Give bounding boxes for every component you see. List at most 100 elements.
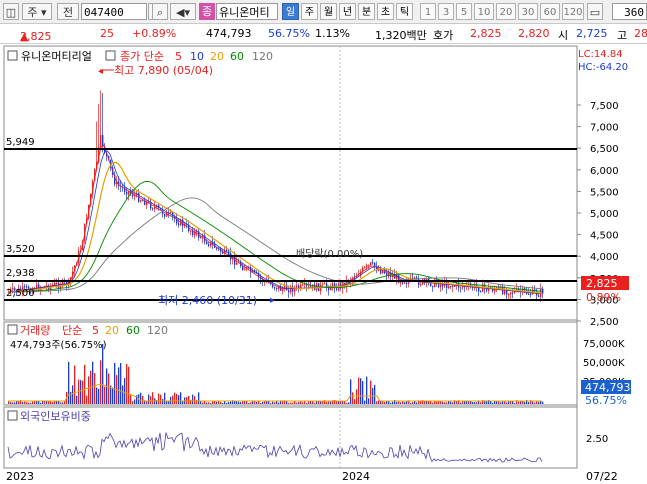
volume-bar	[50, 401, 52, 404]
quote-bar: 2,825 ▲ 25 +0.89% 474,793 56.75% 1.13% 1…	[0, 24, 647, 44]
interval-3[interactable]: 3	[438, 3, 454, 20]
period-second[interactable]: 초	[377, 3, 394, 20]
volume-bar	[330, 401, 332, 404]
volume-bar	[368, 398, 370, 404]
search-icon[interactable]: ⌕	[152, 3, 168, 20]
volume-ratio: 56.75%	[268, 27, 310, 40]
hline-label-3520: 3,520	[6, 244, 35, 255]
volume-bar	[424, 401, 426, 404]
high-label: 고	[617, 29, 628, 42]
volume-bar	[392, 401, 394, 404]
x-label-2023: 2023	[6, 470, 34, 483]
volume-bar	[366, 376, 368, 404]
volume-bar	[358, 377, 360, 404]
volume-bar	[496, 401, 498, 404]
volume-value: 474,793	[206, 27, 252, 40]
volume-bar	[128, 366, 130, 404]
volume-bar	[148, 394, 150, 404]
volume-bar	[174, 392, 176, 404]
volume-bar	[480, 402, 482, 404]
period-tick[interactable]: 틱	[396, 3, 413, 20]
interval-5[interactable]: 5	[456, 3, 472, 20]
hline-label-2500: 2,500	[6, 288, 35, 299]
volume-bar	[292, 402, 294, 404]
volume-bar	[84, 364, 86, 404]
volume-bar	[370, 380, 372, 404]
hc-label: HC:-64.20	[578, 62, 628, 73]
candle-body	[402, 282, 404, 284]
period-minute[interactable]: 분	[358, 3, 375, 20]
volume-bar	[202, 402, 204, 404]
period-day[interactable]: 일	[282, 3, 299, 20]
interval-120[interactable]: 120	[562, 3, 584, 20]
candle-body	[296, 285, 298, 288]
volume-bar	[378, 400, 380, 404]
candle-body	[386, 273, 388, 276]
volume-bar	[348, 402, 350, 404]
volume-bar	[178, 395, 180, 404]
candle-body	[308, 285, 310, 287]
period-month[interactable]: 월	[320, 3, 337, 20]
volume-bar	[404, 402, 406, 404]
volume-bar	[384, 401, 386, 404]
candle-count-input[interactable]: 360	[612, 3, 647, 20]
volume-bar	[142, 396, 144, 404]
vol-ma-legend-60: 60	[126, 324, 140, 337]
volume-bar	[476, 402, 478, 404]
volume-bar	[288, 402, 290, 404]
interval-60[interactable]: 60	[540, 3, 560, 20]
candle-body	[528, 293, 530, 295]
period-week[interactable]: 주	[301, 3, 318, 20]
volume-bar	[52, 402, 54, 404]
volume-value-label: 474,793주(56.75%)	[10, 340, 107, 351]
volume-bar	[56, 401, 58, 404]
volume-bar	[34, 401, 36, 404]
volume-bar	[64, 401, 66, 404]
volume-bar	[130, 394, 132, 404]
candle-body	[170, 212, 172, 214]
chart-type-icon[interactable]: ▭	[587, 3, 603, 20]
volume-bar	[170, 396, 172, 404]
volume-bar	[456, 401, 458, 404]
last-pct-tag: 0.89%	[586, 291, 621, 304]
candle-body	[236, 262, 238, 265]
candle-body	[368, 265, 370, 267]
up-arrow-icon: ▲	[20, 30, 29, 43]
interval-30[interactable]: 30	[518, 3, 538, 20]
volume-bar	[62, 402, 64, 404]
candle-body	[504, 290, 506, 294]
volume-pct-tag: 56.75%	[585, 394, 627, 407]
volume-bar	[524, 401, 526, 404]
interval-1[interactable]: 1	[420, 3, 436, 20]
volume-bar	[364, 400, 366, 404]
volume-bar	[108, 373, 110, 404]
chart-menu-icon[interactable]: ◫	[3, 3, 19, 20]
market-selector[interactable]: 주 ▾	[22, 3, 52, 20]
speaker-icon[interactable]: ◀▾	[170, 3, 196, 20]
volume-bar	[402, 401, 404, 404]
open-price: 2,725	[576, 27, 608, 40]
volume-bar	[260, 402, 262, 404]
volume-bar	[172, 395, 174, 404]
volume-bar	[214, 401, 216, 404]
candle-body	[324, 283, 326, 285]
max-label: 최고 7,890 (05/04)	[114, 64, 213, 77]
type-selector[interactable]: 전	[57, 3, 79, 20]
volume-bar	[24, 401, 26, 404]
stock-name-field[interactable]: 유니온머티	[216, 3, 278, 20]
volume-panel[interactable]	[3, 321, 578, 406]
candle-body	[200, 237, 202, 239]
price-tick: 5,500	[590, 187, 619, 198]
period-year[interactable]: 년	[339, 3, 356, 20]
interval-10[interactable]: 10	[474, 3, 494, 20]
stock-code-input[interactable]: 047400	[81, 3, 147, 20]
volume-bar	[254, 401, 256, 404]
vol-ma-legend-5: 5	[92, 324, 99, 337]
volume-bar	[538, 401, 540, 404]
stock-type-badge: 종	[199, 3, 215, 20]
vol-tick-50000: 50,000K	[583, 358, 625, 369]
change-value: 25	[100, 27, 114, 40]
chart-area[interactable]: 5,949 3,520 2,938 2,500 유니온머티리얼 종가 단순 5 …	[0, 44, 647, 484]
interval-20[interactable]: 20	[496, 3, 516, 20]
x-label-2024: 2024	[342, 470, 370, 483]
